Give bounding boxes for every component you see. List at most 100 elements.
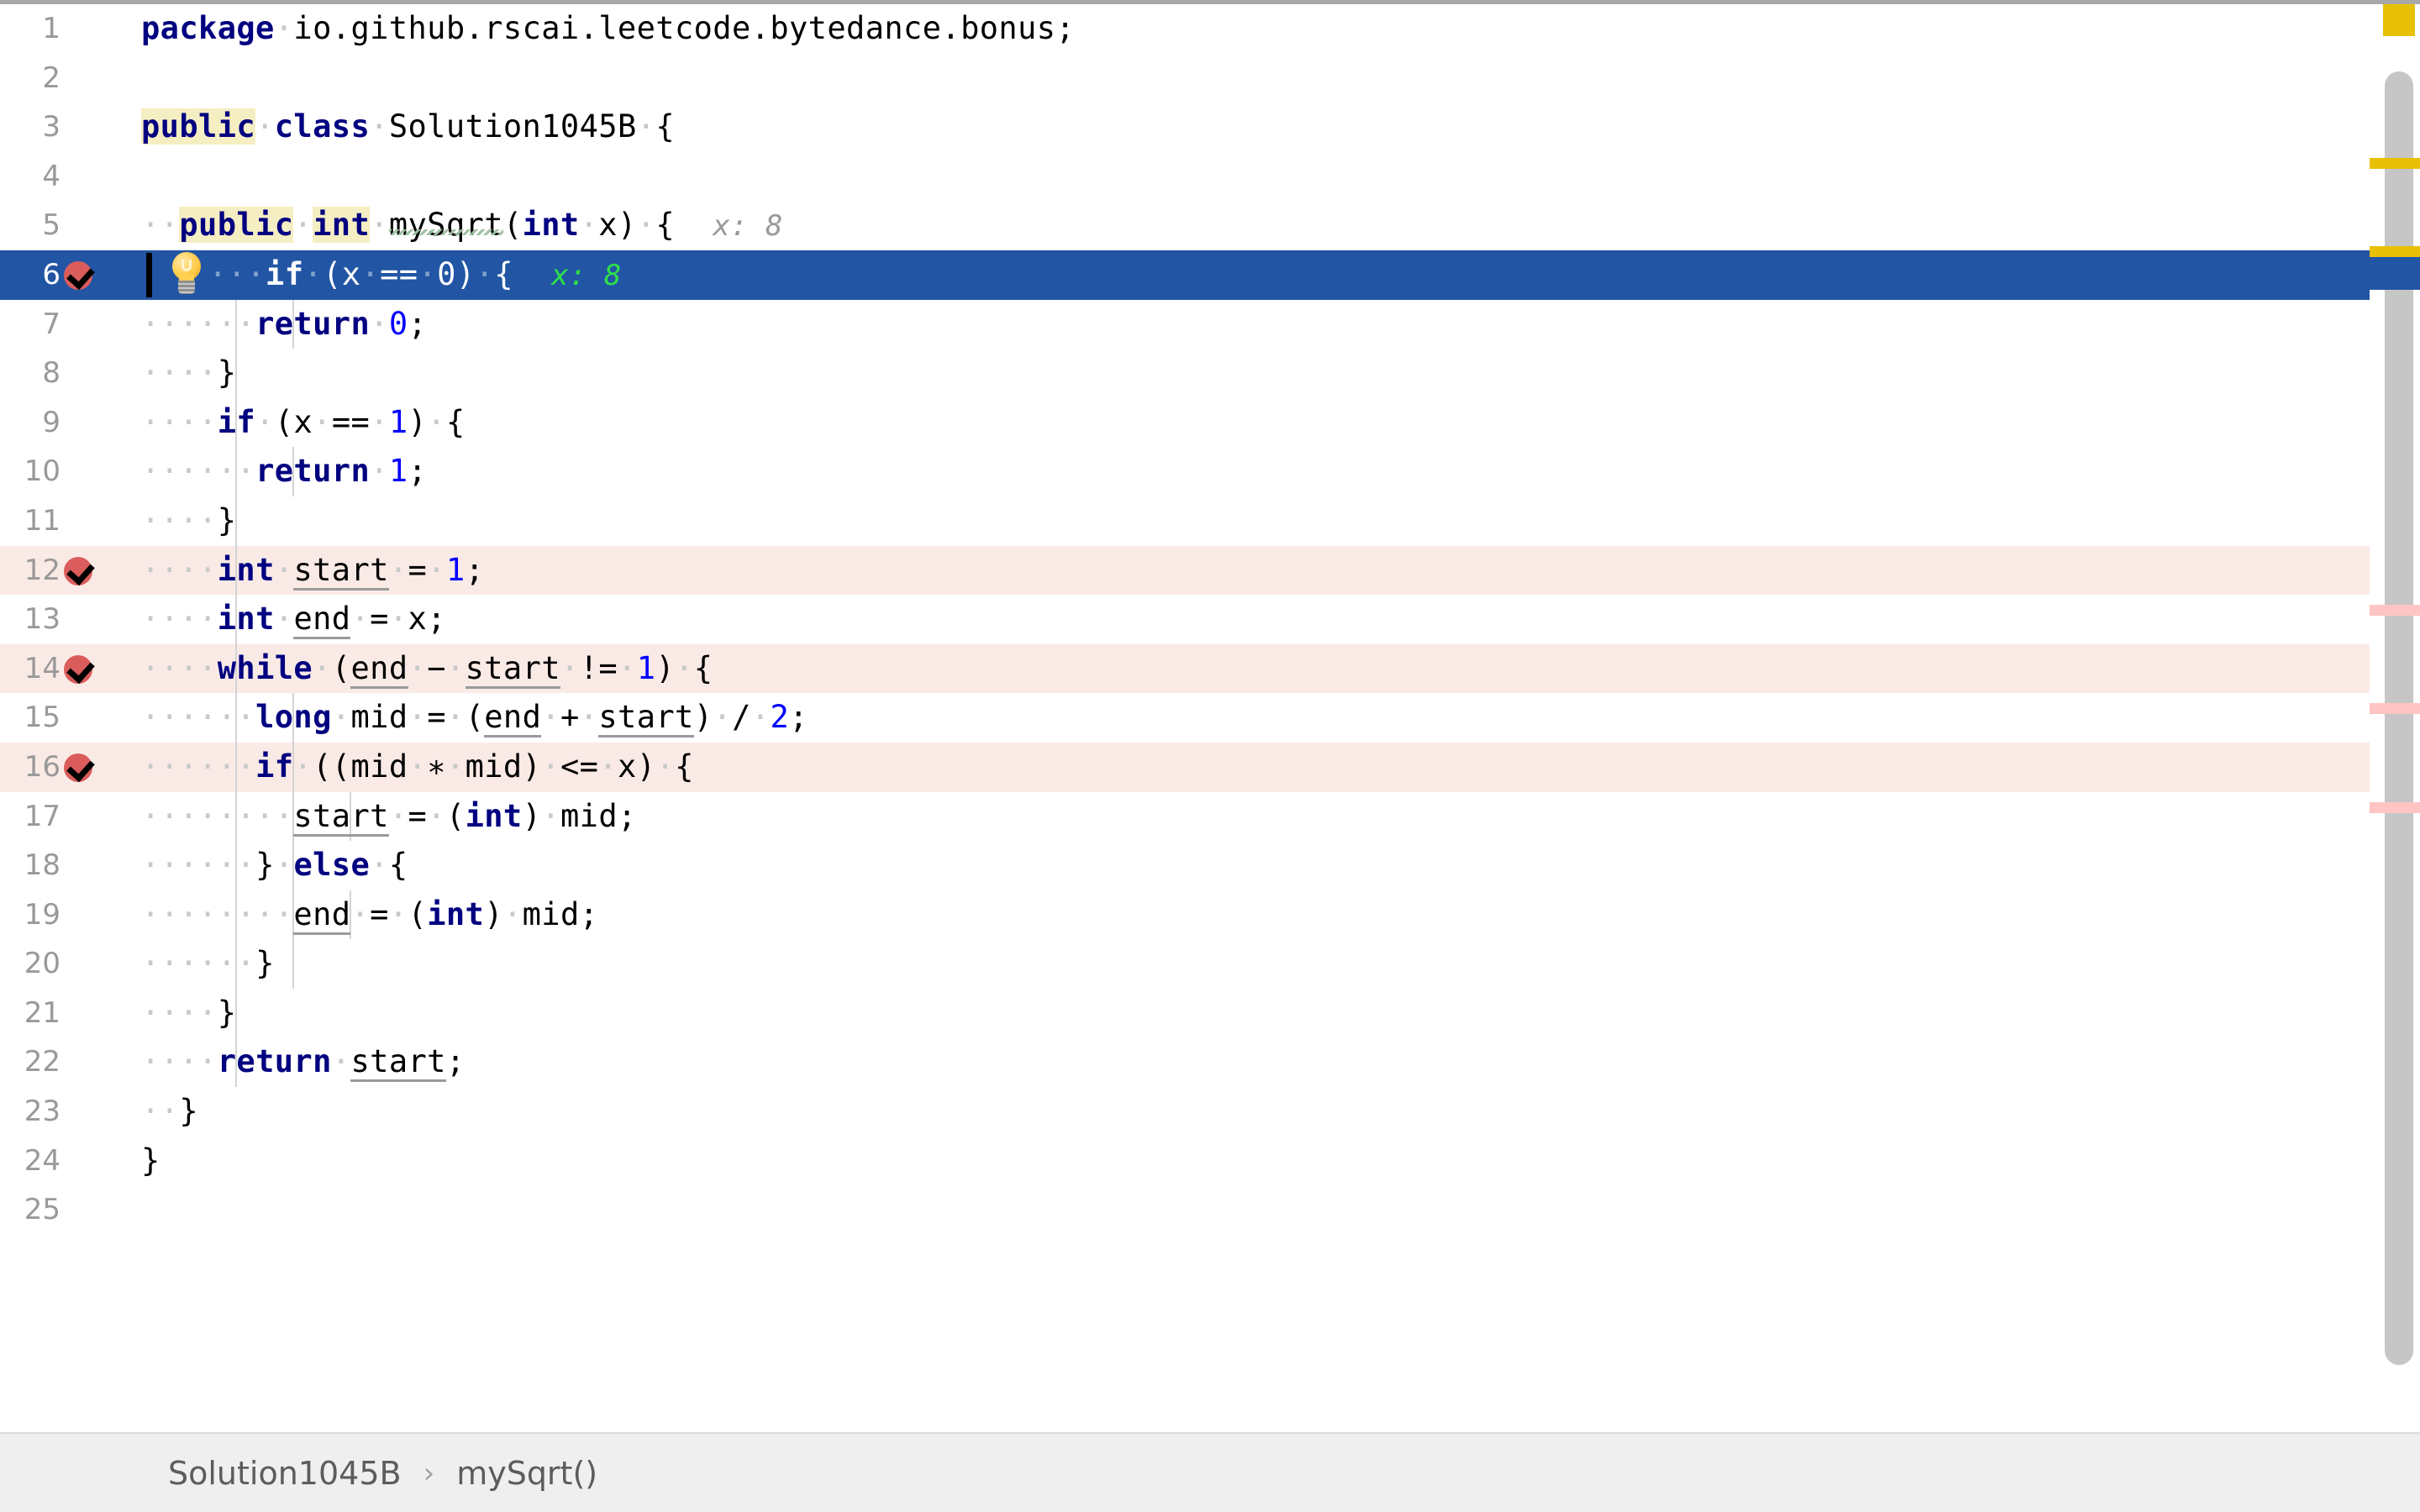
breadcrumb[interactable]: Solution1045B › mySqrt() [0,1432,2420,1512]
gutter[interactable]: 6 [0,250,141,300]
editor-line[interactable]: 20 ······} [0,939,2370,989]
gutter[interactable]: 13 [0,595,141,644]
warning-marker[interactable] [2370,246,2420,257]
editor-line[interactable]: 22 ····return·start; [0,1037,2370,1088]
editor-line[interactable]: 3 public·class·Solution1045B·{ [0,102,2370,152]
line-number: 14 [24,651,60,685]
editor-line-breakpoint[interactable]: 14 ····while·(end·−·start·!=·1)·{ [0,643,2370,694]
code-line-text: ········start·=·(int)·mid; [141,792,637,842]
line-number: 23 [24,1095,60,1129]
gutter[interactable]: 4 [0,152,141,202]
line-number: 6 [42,257,60,291]
gutter[interactable]: 8 [0,349,141,398]
editor-line[interactable]: 9 ····if·(x·==·1)·{ [0,397,2370,448]
gutter[interactable]: 22 [0,1037,141,1087]
editor-line[interactable]: 23 ··} [0,1087,2370,1137]
text-caret [146,252,152,297]
gutter[interactable]: 10 [0,447,141,496]
editor-line[interactable]: 15 ······long·mid·=·(end·+·start)·/·2; [0,693,2370,743]
editor-line-selected[interactable]: 6 ···if·(x·==·0)·{ x: 8 [0,249,2370,300]
warning-marker[interactable] [2370,158,2420,169]
gutter[interactable]: 14 [0,644,141,694]
gutter[interactable]: 16 [0,743,141,792]
gutter[interactable]: 3 [0,102,141,152]
lightbulb-icon[interactable] [170,251,203,297]
editor-line[interactable]: 19 ········end·=·(int)·mid; [0,890,2370,940]
breakpoint-verified-icon[interactable] [64,556,92,585]
gutter[interactable]: 20 [0,939,141,989]
editor-line[interactable]: 1 package·io.github.rscai.leetcode.byted… [0,4,2370,54]
line-number: 4 [42,159,60,193]
line-number: 22 [24,1045,60,1079]
code-line-text: ········end·=·(int)·mid; [141,890,598,940]
editor-line[interactable]: 18 ······}·else·{ [0,841,2370,890]
breakpoint-marker[interactable] [2370,802,2420,813]
editor-line[interactable]: 2 [0,54,2370,103]
gutter[interactable]: 21 [0,989,141,1038]
line-number: 10 [24,454,60,489]
gutter[interactable]: 1 [0,4,141,54]
editor-line-breakpoint[interactable]: 16 ······if·((mid·∗·mid)·<=·x)·{ [0,742,2370,792]
code-editor[interactable]: 1 package·io.github.rscai.leetcode.byted… [0,4,2370,1417]
editor-line[interactable]: 10 ······return·1; [0,447,2370,496]
gutter[interactable]: 18 [0,841,141,890]
editor-window: 1 package·io.github.rscai.leetcode.byted… [0,0,2420,1512]
editor-line[interactable]: 17 ········start·=·(int)·mid; [0,791,2370,842]
editor-line[interactable]: 11 ····} [0,496,2370,546]
breakpoint-verified-icon[interactable] [64,260,92,290]
line-number: 13 [24,602,60,637]
code-line-text: ····if·(x·==·1)·{ [141,403,466,440]
gutter[interactable]: 24 [0,1137,141,1186]
line-number: 3 [42,110,60,144]
code-line-text: } [141,1142,160,1179]
gutter[interactable]: 5 [0,201,141,250]
breakpoint-verified-icon[interactable] [64,753,92,782]
editor-line[interactable]: 5 ··public·int·mySqrt(int·x)·{ x: 8 [0,201,2370,250]
editor-line[interactable]: 4 [0,152,2370,202]
gutter[interactable]: 19 [0,890,141,940]
editor-line[interactable]: 24 } [0,1137,2370,1186]
code-line-text: package·io.github.rscai.leetcode.bytedan… [141,10,1076,46]
line-number: 11 [24,503,60,538]
gutter[interactable]: 7 [0,300,141,349]
gutter[interactable]: 11 [0,496,141,546]
editor-line-breakpoint[interactable]: 12 ····int·start·=·1; [0,545,2370,596]
gutter[interactable]: 17 [0,792,141,842]
gutter[interactable]: 2 [0,54,141,103]
scrollbar-marker-rail[interactable] [2370,4,2420,1417]
line-number: 18 [24,848,60,883]
line-number: 8 [42,356,60,391]
code-line-text: ····while·(end·−·start·!=·1)·{ [141,644,713,694]
editor-line[interactable]: 13 ····int·end·=·x; [0,595,2370,644]
breakpoint-marker[interactable] [2370,703,2420,714]
indent-guides [0,939,2370,989]
code-line-text: ····} [141,354,237,391]
code-line-text: ····return·start; [141,1037,466,1087]
gutter[interactable]: 23 [0,1087,141,1137]
inspection-status-widget[interactable] [2383,4,2415,36]
editor-line[interactable]: 8 ····} [0,349,2370,398]
code-line-text: ······long·mid·=·(end·+·start)·/·2; [141,693,808,743]
chevron-right-icon: › [423,1456,435,1490]
line-number: 1 [42,12,60,45]
line-number: 16 [24,749,60,784]
gutter[interactable]: 9 [0,398,141,448]
editor-line[interactable]: 21 ····} [0,988,2370,1038]
editor-line[interactable]: 7 ······return·0; [0,299,2370,349]
breadcrumb-method[interactable]: mySqrt() [456,1455,597,1492]
indent-guides [0,496,2370,546]
inline-debug-hint: x: 8 [551,258,622,292]
code-line-text: ······return·0; [141,305,428,342]
inline-debug-hint: x: 8 [713,209,783,244]
gutter[interactable]: 12 [0,546,141,596]
breadcrumb-class[interactable]: Solution1045B [168,1455,402,1492]
line-number: 5 [42,208,60,243]
code-line-text: ····} [141,994,237,1031]
code-line-text: ···if·(x·==·0)·{ x: 8 [208,255,622,292]
breakpoint-marker[interactable] [2370,605,2420,616]
editor-line[interactable]: 25 [0,1185,2370,1235]
breakpoint-verified-icon[interactable] [64,654,92,684]
code-line-text: ····int·end·=·x; [141,595,446,644]
gutter[interactable]: 25 [0,1185,141,1235]
gutter[interactable]: 15 [0,693,141,743]
